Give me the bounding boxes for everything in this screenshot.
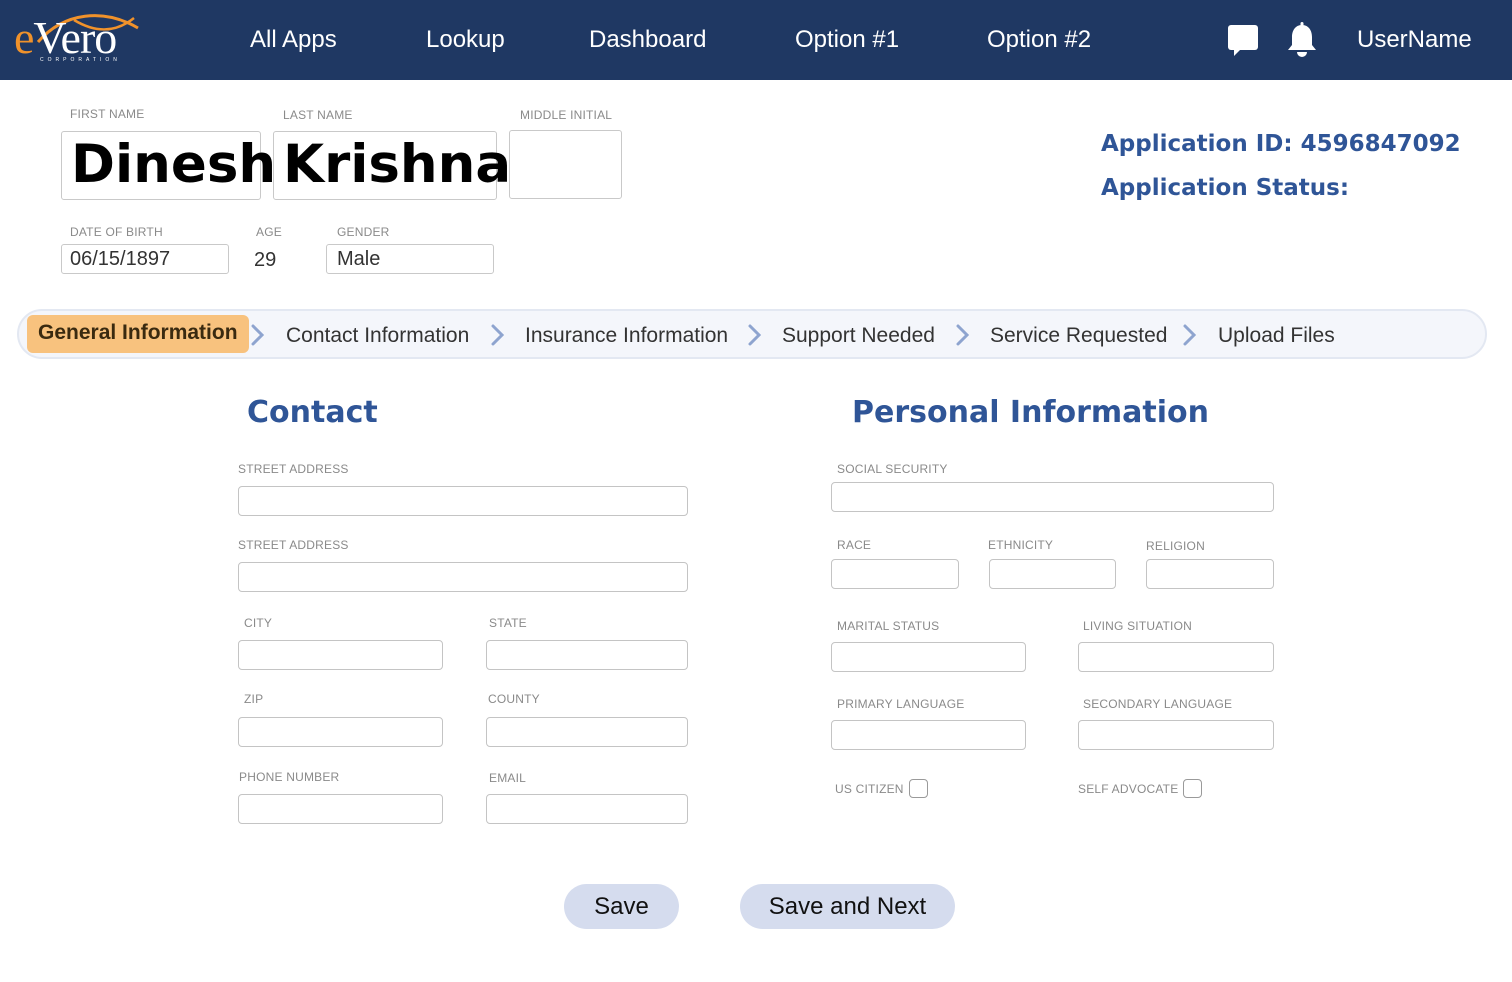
step-insurance-information[interactable]: Insurance Information bbox=[525, 324, 728, 348]
chevron-right-icon bbox=[491, 324, 505, 346]
first-name-field[interactable]: Dinesh bbox=[61, 131, 276, 200]
race-input[interactable] bbox=[831, 559, 959, 589]
email-label: EMAIL bbox=[489, 771, 527, 785]
dob-label: DATE OF BIRTH bbox=[70, 225, 163, 239]
middle-initial-field[interactable] bbox=[509, 130, 622, 199]
phone-number-input[interactable] bbox=[238, 794, 443, 824]
county-label: COUNTY bbox=[488, 692, 540, 706]
email-input[interactable] bbox=[486, 794, 688, 824]
username-menu[interactable]: UserName bbox=[1357, 26, 1472, 54]
save-and-next-button[interactable]: Save and Next bbox=[740, 884, 955, 929]
chevron-right-icon bbox=[956, 324, 970, 346]
step-support-needed[interactable]: Support Needed bbox=[782, 324, 935, 348]
top-nav-bar: eVero CORPORATION All Apps Lookup Dashbo… bbox=[0, 0, 1512, 80]
nav-all-apps[interactable]: All Apps bbox=[250, 26, 337, 54]
step-navigation: General Information Contact Information … bbox=[17, 309, 1487, 359]
age-label: AGE bbox=[256, 225, 282, 239]
primary-language-input[interactable] bbox=[831, 720, 1026, 750]
nav-option-2[interactable]: Option #2 bbox=[987, 26, 1091, 54]
middle-initial-label: MIDDLE INITIAL bbox=[520, 108, 613, 122]
dob-field[interactable]: 06/15/1897 bbox=[61, 244, 229, 274]
chevron-right-icon bbox=[748, 324, 762, 346]
personal-info-section-title: Personal Information bbox=[852, 395, 1209, 430]
marital-status-input[interactable] bbox=[831, 642, 1026, 672]
street-address-2-input[interactable] bbox=[238, 562, 688, 592]
last-name-field[interactable]: Krishna bbox=[273, 131, 511, 200]
first-name-label: FIRST NAME bbox=[70, 107, 145, 121]
chevron-right-icon bbox=[1183, 324, 1197, 346]
street-address-1-label: STREET ADDRESS bbox=[238, 462, 349, 476]
secondary-language-input[interactable] bbox=[1078, 720, 1274, 750]
religion-input[interactable] bbox=[1146, 559, 1274, 589]
step-upload-files[interactable]: Upload Files bbox=[1218, 324, 1335, 348]
social-security-input[interactable] bbox=[831, 482, 1274, 512]
primary-language-label: PRIMARY LANGUAGE bbox=[837, 697, 965, 711]
race-label: RACE bbox=[837, 538, 872, 552]
step-service-requested[interactable]: Service Requested bbox=[990, 324, 1167, 348]
religion-label: RELIGION bbox=[1146, 539, 1205, 553]
gender-field[interactable]: Male bbox=[326, 244, 494, 274]
us-citizen-label: US CITIZEN bbox=[835, 782, 904, 796]
save-button[interactable]: Save bbox=[564, 884, 679, 929]
state-input[interactable] bbox=[486, 640, 688, 670]
self-advocate-label: SELF ADVOCATE bbox=[1078, 782, 1179, 796]
age-value: 29 bbox=[254, 249, 277, 271]
application-status: Application Status: bbox=[1101, 175, 1350, 201]
application-id: Application ID: 4596847092 bbox=[1101, 131, 1461, 157]
evero-logo[interactable]: eVero CORPORATION bbox=[14, 10, 148, 68]
logo-text: eVero bbox=[14, 12, 117, 63]
nav-dashboard[interactable]: Dashboard bbox=[589, 26, 706, 54]
ethnicity-label: ETHNICITY bbox=[988, 538, 1054, 552]
nav-lookup[interactable]: Lookup bbox=[426, 26, 505, 54]
zip-input[interactable] bbox=[238, 717, 443, 747]
us-citizen-checkbox[interactable] bbox=[909, 779, 928, 798]
living-situation-label: LIVING SITUATION bbox=[1083, 619, 1192, 633]
street-address-2-label: STREET ADDRESS bbox=[238, 538, 349, 552]
secondary-language-label: SECONDARY LANGUAGE bbox=[1083, 697, 1233, 711]
zip-label: ZIP bbox=[244, 692, 264, 706]
step-general-information[interactable]: General Information bbox=[27, 315, 249, 353]
marital-status-label: MARITAL STATUS bbox=[837, 619, 940, 633]
state-label: STATE bbox=[489, 616, 527, 630]
living-situation-input[interactable] bbox=[1078, 642, 1274, 672]
logo-subtext: CORPORATION bbox=[40, 57, 121, 63]
chevron-right-icon bbox=[251, 324, 265, 346]
city-input[interactable] bbox=[238, 640, 443, 670]
contact-section-title: Contact bbox=[247, 395, 378, 430]
bell-icon[interactable] bbox=[1285, 22, 1319, 58]
street-address-1-input[interactable] bbox=[238, 486, 688, 516]
nav-option-1[interactable]: Option #1 bbox=[795, 26, 899, 54]
phone-number-label: PHONE NUMBER bbox=[239, 770, 340, 784]
county-input[interactable] bbox=[486, 717, 688, 747]
city-label: CITY bbox=[244, 616, 273, 630]
step-contact-information[interactable]: Contact Information bbox=[286, 324, 469, 348]
gender-label: GENDER bbox=[337, 225, 390, 239]
self-advocate-checkbox[interactable] bbox=[1183, 779, 1202, 798]
ethnicity-input[interactable] bbox=[989, 559, 1116, 589]
last-name-label: LAST NAME bbox=[283, 108, 353, 122]
social-security-label: SOCIAL SECURITY bbox=[837, 462, 948, 476]
chat-icon[interactable] bbox=[1226, 22, 1260, 58]
